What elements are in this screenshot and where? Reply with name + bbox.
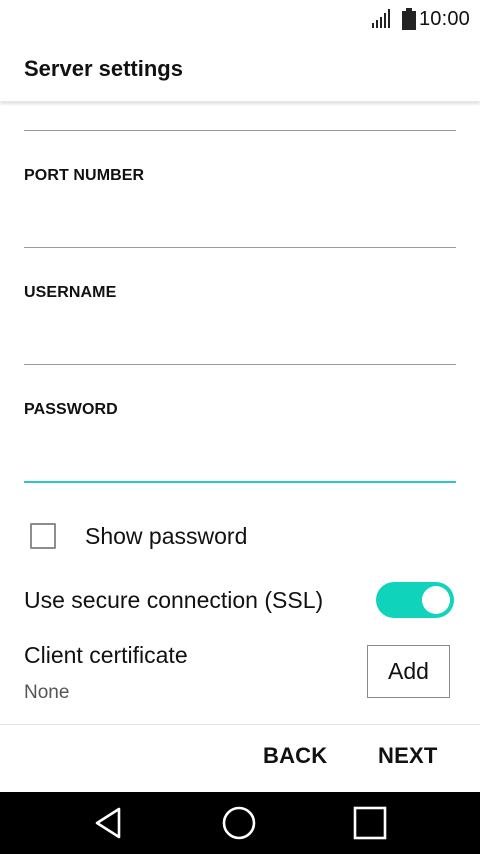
bottom-action-bar: BACK NEXT xyxy=(0,724,480,792)
page-title: Server settings xyxy=(24,56,183,81)
port-number-label: PORT NUMBER xyxy=(24,167,145,184)
status-bar: 10:00 xyxy=(0,0,480,38)
username-label: USERNAME xyxy=(24,284,117,301)
username-underline xyxy=(24,364,456,365)
client-certificate-label: Client certificate xyxy=(24,642,188,668)
client-certificate-value: None xyxy=(24,682,70,703)
app-header: Server settings xyxy=(0,38,480,102)
username-input[interactable] xyxy=(24,327,456,361)
password-input[interactable] xyxy=(24,444,456,478)
server-field-underline xyxy=(24,130,456,131)
circle-home-icon[interactable] xyxy=(221,805,257,841)
port-number-underline xyxy=(24,247,456,248)
password-underline xyxy=(24,481,456,483)
signal-icon xyxy=(371,9,392,29)
system-nav-bar xyxy=(0,792,480,854)
triangle-back-icon[interactable] xyxy=(91,805,127,841)
back-button[interactable]: BACK xyxy=(263,743,327,769)
battery-icon xyxy=(401,8,416,30)
ssl-label: Use secure connection (SSL) xyxy=(24,587,324,613)
show-password-checkbox[interactable] xyxy=(30,523,56,549)
port-number-input[interactable] xyxy=(24,210,456,244)
status-icons: 10:00 xyxy=(371,6,470,32)
toggle-knob xyxy=(422,586,450,614)
status-clock: 10:00 xyxy=(418,7,470,30)
add-certificate-button[interactable]: Add xyxy=(367,645,450,698)
next-button[interactable]: NEXT xyxy=(378,743,437,769)
settings-form[interactable]: PORT NUMBER USERNAME PASSWORD Show passw… xyxy=(0,102,480,724)
password-label: PASSWORD xyxy=(24,401,118,418)
ssl-toggle[interactable] xyxy=(376,582,454,618)
square-recents-icon[interactable] xyxy=(352,805,388,841)
show-password-label[interactable]: Show password xyxy=(85,523,247,550)
